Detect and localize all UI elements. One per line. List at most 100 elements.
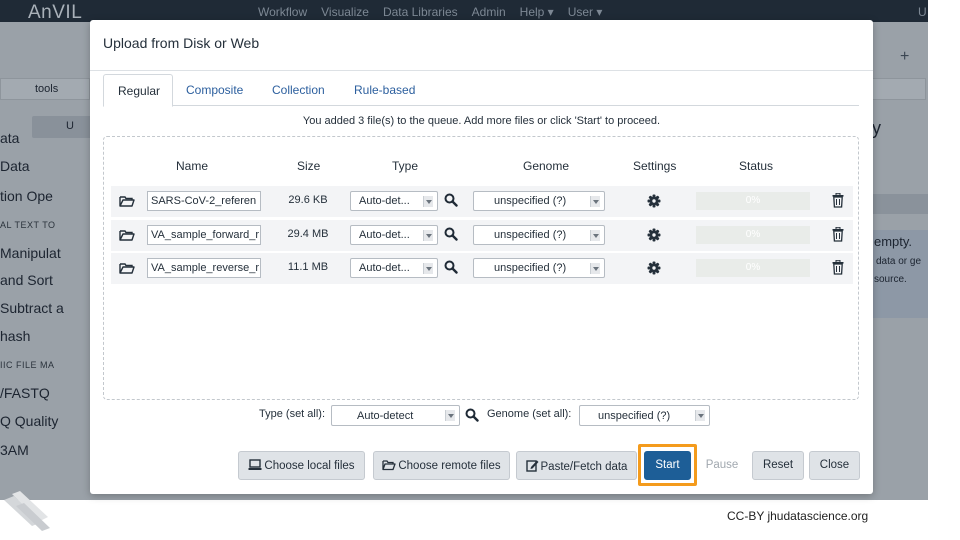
column-header-type: Type <box>392 159 419 173</box>
column-header-name: Name <box>176 159 209 173</box>
set-all-controls: Type (set all): Auto-detect Genome (set … <box>90 405 873 427</box>
file-size: 29.6 KB <box>288 194 328 206</box>
tab-regular[interactable]: Regular <box>103 74 174 107</box>
gear-icon[interactable] <box>647 261 661 275</box>
column-header-status: Status <box>739 159 774 173</box>
upload-progress-bar: 0% <box>696 192 810 210</box>
nav-visualize[interactable]: Visualize <box>321 5 369 19</box>
nav-admin[interactable]: Admin <box>472 5 506 19</box>
history-title: y <box>872 118 881 138</box>
genome-set-all-label: Genome (set all): <box>487 408 572 420</box>
user-initial[interactable]: U <box>918 5 927 19</box>
history-empty-line2: source. <box>874 274 907 285</box>
laptop-icon <box>248 459 262 470</box>
tool-list-item[interactable]: Q Quality <box>0 413 92 429</box>
upload-dialog: Upload from Disk or Web Regular Composit… <box>90 20 873 494</box>
history-toolbar <box>872 194 928 214</box>
file-type-value: Auto-det... <box>359 229 410 241</box>
genome-select[interactable]: unspecified (?) <box>473 191 605 211</box>
column-header-genome: Genome <box>523 159 570 173</box>
tool-list-item[interactable]: Subtract a <box>0 300 92 316</box>
genome-value: unspecified (?) <box>494 195 567 207</box>
search-icon[interactable] <box>444 260 458 274</box>
file-size: 29.4 MB <box>287 228 329 240</box>
new-history-icon[interactable]: + <box>900 48 909 66</box>
upload-tabs: Regular Composite Collection Rule-based <box>103 74 859 107</box>
file-name-input[interactable]: SARS-CoV-2_referen <box>147 191 261 211</box>
history-search-input[interactable] <box>872 78 926 100</box>
upload-row: VA_sample_reverse_r 11.1 MB Auto-det... uns… <box>111 253 853 284</box>
paste-fetch-data-button[interactable]: Paste/Fetch data <box>516 451 637 480</box>
genome-select[interactable]: unspecified (?) <box>473 225 605 245</box>
tool-section-header[interactable]: IIC FILE MA <box>0 360 92 370</box>
folder-open-icon <box>119 230 135 241</box>
genome-value: unspecified (?) <box>494 262 567 274</box>
file-type-select[interactable]: Auto-det... <box>350 225 438 245</box>
column-header-size: Size <box>297 159 321 173</box>
file-type-select[interactable]: Auto-det... <box>350 258 438 278</box>
tab-composite[interactable]: Composite <box>186 74 243 106</box>
folder-open-icon <box>382 460 397 471</box>
genome-select[interactable]: unspecified (?) <box>473 258 605 278</box>
choose-local-files-label: Choose local files <box>264 460 355 472</box>
tool-section-header[interactable]: AL TEXT TO <box>0 220 92 230</box>
nav-user[interactable]: User ▾ <box>568 5 603 19</box>
tool-search-input[interactable]: tools <box>0 78 90 100</box>
edit-icon <box>525 460 539 472</box>
search-icon[interactable] <box>444 193 458 207</box>
tool-list-item[interactable]: /FASTQ <box>0 385 92 401</box>
chevron-down-icon <box>590 230 600 241</box>
genome-set-all-value: unspecified (?) <box>598 410 671 422</box>
pause-button[interactable]: Pause <box>698 451 746 480</box>
tool-list-item[interactable]: Manipulat <box>0 245 92 261</box>
tool-list-item[interactable]: ata <box>0 130 92 146</box>
choose-remote-files-label: Choose remote files <box>398 460 501 472</box>
tool-list-item[interactable]: Data <box>0 158 92 174</box>
tool-list-item[interactable]: hash <box>0 328 92 344</box>
file-type-value: Auto-det... <box>359 262 410 274</box>
start-button[interactable]: Start <box>644 451 691 480</box>
file-name-input[interactable]: VA_sample_reverse_r <box>147 258 261 278</box>
gear-icon[interactable] <box>647 194 661 208</box>
search-icon[interactable] <box>465 408 479 422</box>
file-size: 11.1 MB <box>287 261 329 273</box>
upload-progress-text: 0% <box>745 229 761 240</box>
file-name-input[interactable]: VA_sample_forward_r <box>147 225 261 245</box>
dialog-divider <box>90 70 873 71</box>
footer-credit: CC-BY jhudatascience.org <box>727 509 869 523</box>
upload-progress-bar: 0% <box>696 259 810 277</box>
search-icon[interactable] <box>444 227 458 241</box>
tool-list-item[interactable]: 3AM <box>0 442 92 458</box>
close-button[interactable]: Close <box>809 451 860 480</box>
trash-icon[interactable] <box>832 227 844 242</box>
nav-data-libraries[interactable]: Data Libraries <box>383 5 458 19</box>
trash-icon[interactable] <box>832 193 844 208</box>
file-type-value: Auto-det... <box>359 195 410 207</box>
column-header-settings: Settings <box>633 159 677 173</box>
chevron-down-icon <box>423 230 433 241</box>
reset-button[interactable]: Reset <box>752 451 804 480</box>
chevron-down-icon <box>423 196 433 207</box>
file-type-select[interactable]: Auto-det... <box>350 191 438 211</box>
tab-collection[interactable]: Collection <box>272 74 325 106</box>
masthead-nav: Workflow Visualize Data Libraries Admin … <box>258 5 602 19</box>
upload-progress-text: 0% <box>745 262 761 273</box>
paste-fetch-data-label: Paste/Fetch data <box>540 461 628 473</box>
chevron-down-icon <box>423 263 433 274</box>
queue-message: You added 3 file(s) to the queue. Add mo… <box>302 115 661 127</box>
type-set-all-value: Auto-detect <box>357 410 414 422</box>
gear-icon[interactable] <box>647 228 661 242</box>
upload-progress-text: 0% <box>745 195 761 206</box>
type-set-all-select[interactable]: Auto-detect <box>331 405 460 426</box>
tab-rule-based[interactable]: Rule-based <box>354 74 415 106</box>
choose-remote-files-button[interactable]: Choose remote files <box>373 451 510 480</box>
chevron-down-icon <box>590 196 600 207</box>
genome-set-all-select[interactable]: unspecified (?) <box>579 405 710 426</box>
brand-logo-text: AnVIL <box>28 2 83 23</box>
tool-list-item[interactable]: tion Ope <box>0 188 92 204</box>
nav-help[interactable]: Help ▾ <box>520 5 554 19</box>
trash-icon[interactable] <box>832 260 844 275</box>
tool-list-item[interactable]: and Sort <box>0 272 92 288</box>
choose-local-files-button[interactable]: Choose local files <box>238 451 365 480</box>
nav-workflow[interactable]: Workflow <box>258 5 307 19</box>
